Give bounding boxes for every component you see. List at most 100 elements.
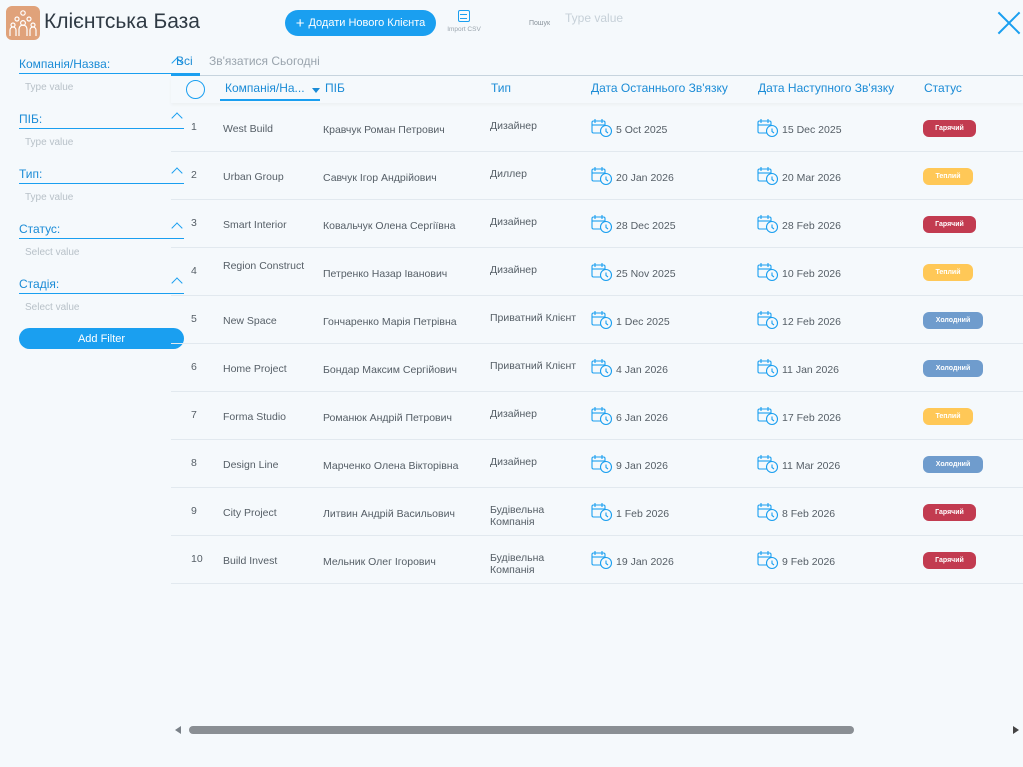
horizontal-scrollbar[interactable] [171,722,1023,738]
select-all-checkbox[interactable] [186,80,205,99]
filter-name-input[interactable] [25,137,175,148]
table-row[interactable]: 1 West Build Кравчук Роман Петрович Дизайне… [171,104,1023,152]
calendar-clock-icon [591,118,613,141]
row-type: Дизайнер [490,408,537,420]
row-last-contact-value: 1 Feb 2026 [616,507,670,520]
row-number: 8 [191,457,197,469]
row-last-contact-value: 25 Nov 2025 [616,267,676,280]
filter-status-header[interactable]: Статус: [19,219,184,239]
filter-company-header[interactable]: Компанія/Назва: [19,54,184,74]
active-tab-indicator [171,73,200,76]
calendar-clock-icon [591,502,613,525]
import-csv-button[interactable]: Import CSV [443,10,485,33]
calendar-clock-icon [757,262,779,285]
filter-status-select[interactable] [25,247,175,258]
column-header-last-contact[interactable]: Дата Останнього Зв'язку [591,81,728,95]
status-badge: Гарячий [923,504,976,521]
row-next-contact: 17 Feb 2026 [757,406,841,429]
row-next-contact-value: 8 Feb 2026 [782,507,836,520]
row-full-name: Мельник Олег Ігорович [323,556,436,568]
calendar-clock-icon [591,454,613,477]
sort-indicator [220,99,320,101]
filter-name-header[interactable]: ПІБ: [19,109,184,129]
search-input[interactable] [565,8,745,28]
plus-icon: + [295,14,305,32]
tab-contact-today[interactable]: Зв'язатися Сьогодні [209,54,320,76]
row-last-contact: 5 Oct 2025 [591,118,667,141]
row-last-contact-value: 1 Dec 2025 [616,315,670,328]
calendar-clock-icon [591,310,613,333]
filter-company-label: Компанія/Назва: [19,57,111,71]
row-last-contact-value: 9 Jan 2026 [616,459,668,472]
row-full-name: Гончаренко Марія Петрівна [323,316,457,328]
calendar-clock-icon [757,502,779,525]
table-row[interactable]: 4 Region Construct Петренко Назар Іванович… [171,248,1023,296]
table-row[interactable]: 2 Urban Group Савчук Ігор Андрійович Диллер… [171,152,1023,200]
add-client-button[interactable]: + Додати Нового Клієнта [285,10,436,36]
filter-name: ПІБ: [19,109,184,164]
column-header-status[interactable]: Статус [924,81,962,95]
row-company: Urban Group [223,171,284,183]
row-next-contact-value: 11 Mar 2026 [782,459,841,472]
column-header-type[interactable]: Тип [491,81,511,95]
table-row[interactable]: 3 Smart Interior Ковальчук Олена Сергіївна… [171,200,1023,248]
status-badge: Теплий [923,408,973,425]
add-client-label: Додати Нового Клієнта [308,17,426,29]
table-row[interactable]: 10 Build Invest Мельник Олег Ігорович Будів… [171,536,1023,584]
row-next-contact: 11 Mar 2026 [757,454,840,477]
column-header-company[interactable]: Компанія/На... [225,81,305,95]
table-row[interactable]: 7 Forma Studio Романюк Андрій Петрович Диза… [171,392,1023,440]
row-type: Приватний Клієнт [490,312,577,324]
sort-down-icon[interactable] [312,88,320,93]
row-last-contact-value: 19 Jan 2026 [616,555,674,568]
status-badge: Холодний [923,360,983,377]
row-last-contact: 19 Jan 2026 [591,550,674,573]
row-next-contact-value: 28 Feb 2026 [782,219,841,232]
column-header-name[interactable]: ПІБ [325,81,345,95]
row-next-contact-value: 11 Jan 2026 [782,363,840,376]
status-badge: Холодний [923,456,983,473]
column-header-next-contact[interactable]: Дата Наступного Зв'язку [758,81,894,95]
scrollbar-thumb[interactable] [189,726,854,734]
row-last-contact: 4 Jan 2026 [591,358,668,381]
scroll-right-icon[interactable] [1013,726,1019,734]
row-company: Home Project [223,363,287,375]
status-badge: Теплий [923,264,973,281]
row-next-contact: 9 Feb 2026 [757,550,835,573]
row-number: 5 [191,313,197,325]
calendar-clock-icon [591,214,613,237]
filter-company: Компанія/Назва: [19,54,184,109]
calendar-clock-icon [757,118,779,141]
row-number: 6 [191,361,197,373]
status-badge: Гарячий [923,216,976,233]
row-full-name: Ковальчук Олена Сергіївна [323,220,456,232]
row-next-contact-value: 15 Dec 2025 [782,123,842,136]
app-title: Клієнтська База [44,10,200,33]
add-filter-button[interactable]: Add Filter [19,328,184,349]
filter-sidebar: Компанія/Назва: ПІБ: Тип: Статус: Стадія… [19,54,184,329]
import-csv-label: Import CSV [447,26,481,33]
row-company: Design Line [223,459,279,471]
row-company: Forma Studio [223,411,287,423]
tab-bar: Всі Зв'язатися Сьогодні [171,54,1023,76]
calendar-clock-icon [591,550,613,573]
filter-stage-header[interactable]: Стадія: [19,274,184,294]
table-body: 1 West Build Кравчук Роман Петрович Дизайне… [171,104,1023,584]
filter-company-input[interactable] [25,82,175,93]
row-next-contact: 11 Jan 2026 [757,358,839,381]
row-last-contact: 20 Jan 2026 [591,166,674,189]
close-icon[interactable] [996,10,1022,36]
table-row[interactable]: 6 Home Project Бондар Максим Сергійович При… [171,344,1023,392]
filter-type-input[interactable] [25,192,175,203]
row-number: 10 [191,553,203,565]
scroll-left-icon[interactable] [175,726,181,734]
table-row[interactable]: 5 New Space Гончаренко Марія Петрівна Прива… [171,296,1023,344]
table-row[interactable]: 8 Design Line Марченко Олена Вікторівна Диз… [171,440,1023,488]
row-last-contact-value: 28 Dec 2025 [616,219,676,232]
filter-type-header[interactable]: Тип: [19,164,184,184]
row-next-contact: 8 Feb 2026 [757,502,835,525]
filter-stage-select[interactable] [25,302,175,313]
filter-name-label: ПІБ: [19,112,43,126]
table-row[interactable]: 9 City Project Литвин Андрій Васильович Буд… [171,488,1023,536]
row-type: Дизайнер [490,264,537,276]
